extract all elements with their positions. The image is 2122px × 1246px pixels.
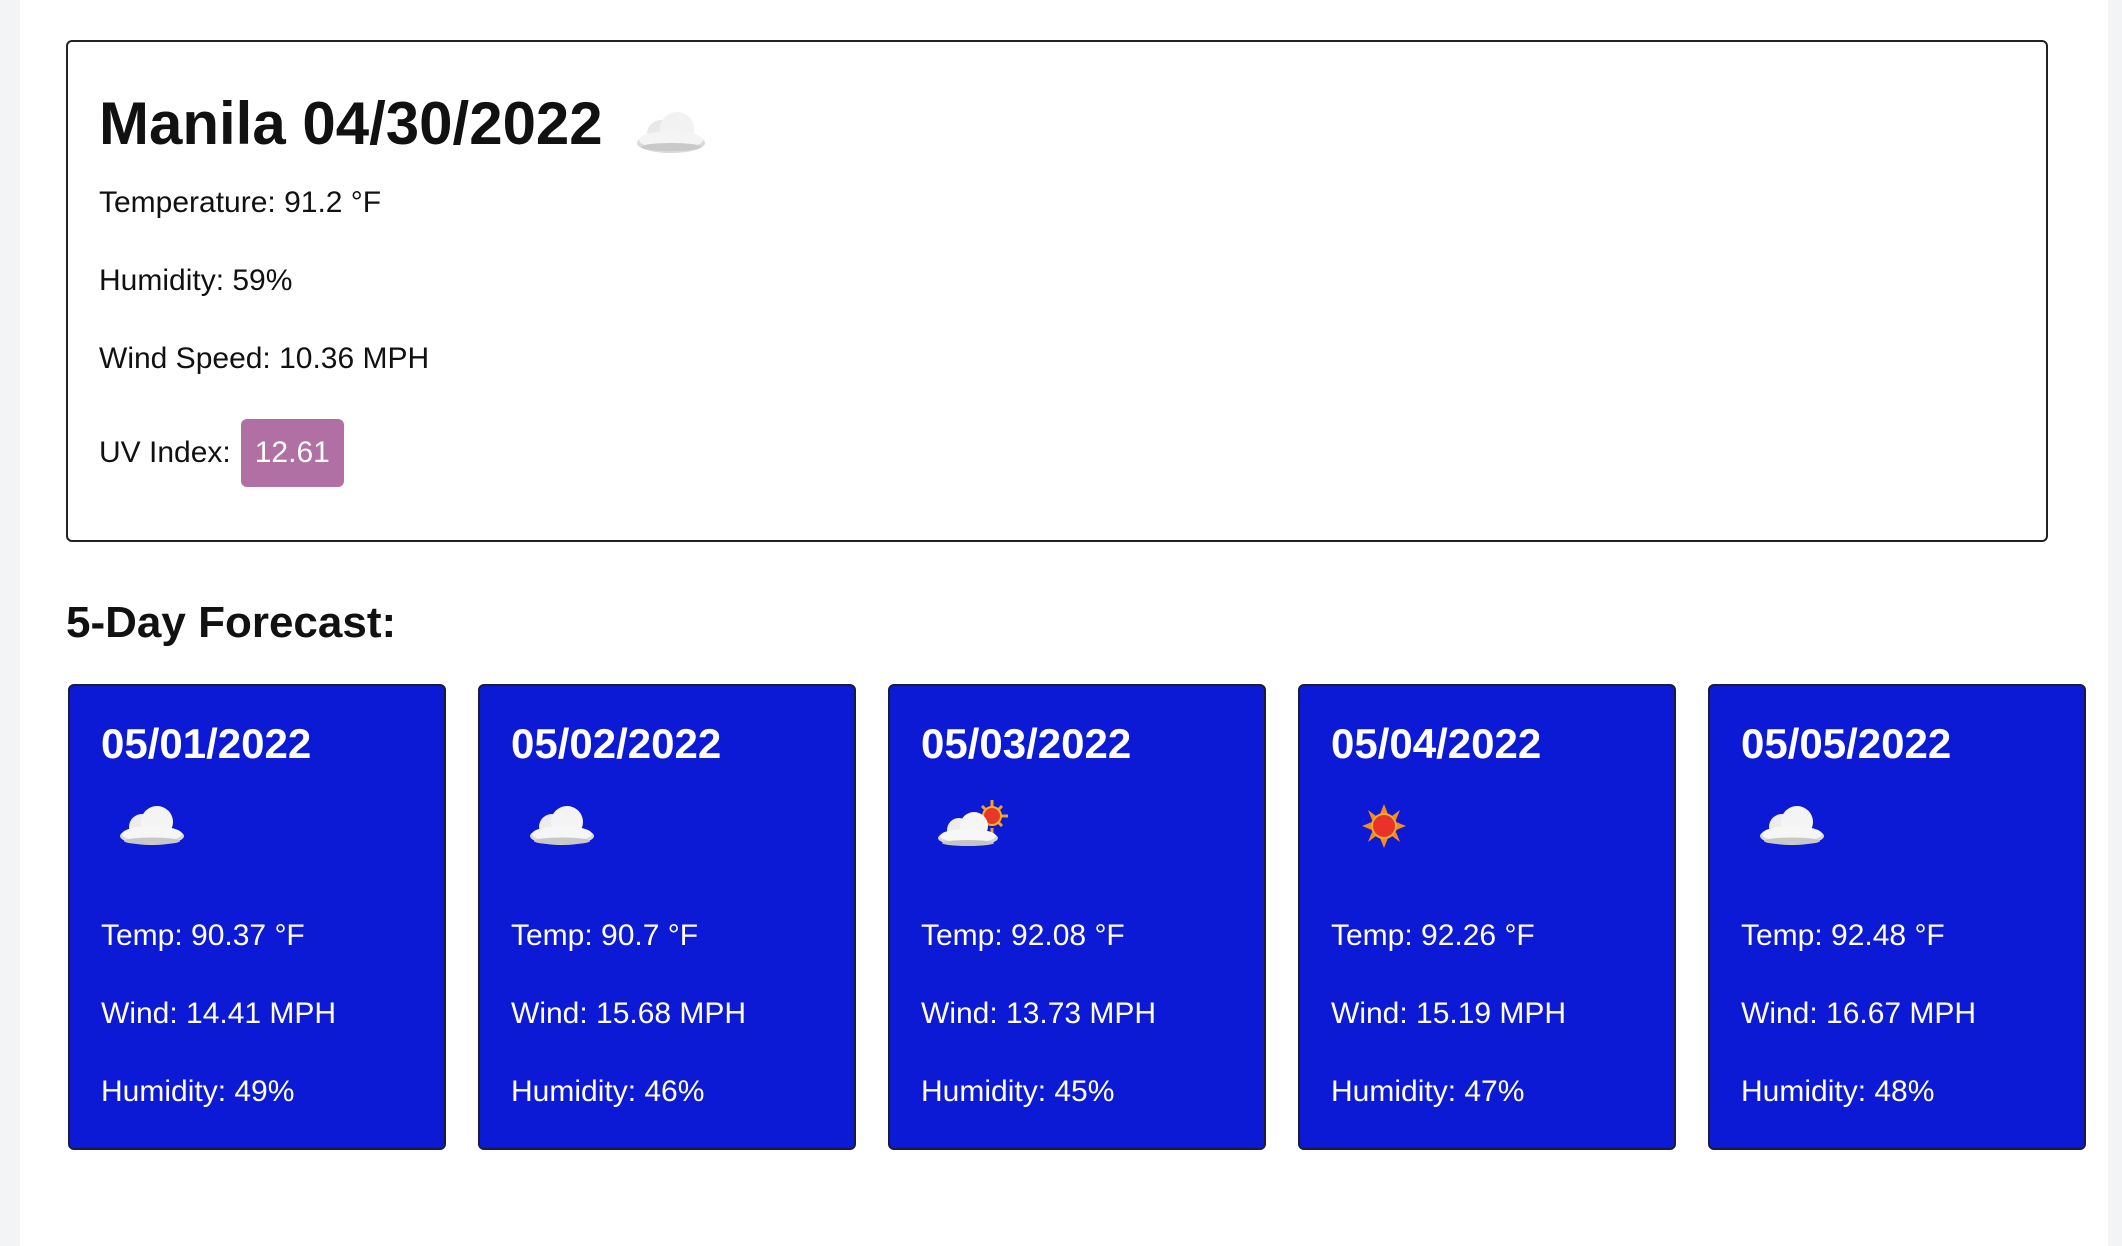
current-wind-speed: Wind Speed: 10.36 MPH xyxy=(99,342,430,375)
forecast-temp: Temp: 90.37 °F xyxy=(101,919,305,952)
uv-index-badge: 12.61 xyxy=(240,419,344,487)
forecast-date: 05/04/2022 xyxy=(1331,720,1542,767)
forecast-temp: Temp: 92.08 °F xyxy=(921,919,1125,952)
forecast-card: 05/05/2022 Temp: 92.48 °F Wind: 16.67 MP… xyxy=(1708,684,2086,1150)
forecast-date: 05/03/2022 xyxy=(921,720,1132,767)
forecast-humidity: Humidity: 48% xyxy=(1741,1075,1935,1108)
forecast-heading: 5-Day Forecast: xyxy=(66,598,397,647)
forecast-card: 05/04/2022 Temp: 92.26 °F Wind: 15.19 MP… xyxy=(1298,684,1676,1150)
forecast-temp: Temp: 92.26 °F xyxy=(1331,919,1535,952)
forecast-wind: Wind: 14.41 MPH xyxy=(101,997,337,1030)
cloud-icon xyxy=(524,796,604,856)
cloud-sun-icon xyxy=(934,796,1014,856)
forecast-temp: Temp: 90.7 °F xyxy=(511,919,699,952)
city-date-title: Manila 04/30/2022 xyxy=(99,90,603,157)
cloud-icon xyxy=(114,796,194,856)
forecast-cards: 05/01/2022 Temp: 90.37 °F Wind: 14.41 MP… xyxy=(68,684,2086,1150)
forecast-card: 05/01/2022 Temp: 90.37 °F Wind: 14.41 MP… xyxy=(68,684,446,1150)
forecast-card: 05/02/2022 Temp: 90.7 °F Wind: 15.68 MPH… xyxy=(478,684,856,1150)
forecast-wind: Wind: 13.73 MPH xyxy=(921,997,1157,1030)
page: Manila 04/30/2022 Temperature: 91.2 °F H… xyxy=(20,0,2108,1246)
forecast-humidity: Humidity: 46% xyxy=(511,1075,705,1108)
cloud-icon xyxy=(633,101,709,153)
sun-icon xyxy=(1344,796,1424,856)
current-temperature: Temperature: 91.2 °F xyxy=(99,186,382,219)
forecast-humidity: Humidity: 49% xyxy=(101,1075,295,1108)
forecast-date: 05/02/2022 xyxy=(511,720,722,767)
forecast-date: 05/05/2022 xyxy=(1741,720,1952,767)
cloud-icon xyxy=(1754,796,1834,856)
left-gutter xyxy=(0,0,20,1246)
uv-index-row: UV Index: 12.61 xyxy=(99,419,344,487)
forecast-humidity: Humidity: 47% xyxy=(1331,1075,1525,1108)
right-gutter xyxy=(2108,0,2122,1246)
forecast-wind: Wind: 16.67 MPH xyxy=(1741,997,1977,1030)
current-weather-card: Manila 04/30/2022 Temperature: 91.2 °F H… xyxy=(66,40,2048,542)
forecast-wind: Wind: 15.19 MPH xyxy=(1331,997,1567,1030)
forecast-date: 05/01/2022 xyxy=(101,720,312,767)
current-humidity: Humidity: 59% xyxy=(99,264,293,297)
forecast-wind: Wind: 15.68 MPH xyxy=(511,997,747,1030)
forecast-temp: Temp: 92.48 °F xyxy=(1741,919,1945,952)
uv-index-label: UV Index: xyxy=(99,436,231,469)
forecast-humidity: Humidity: 45% xyxy=(921,1075,1115,1108)
current-weather-title-row: Manila 04/30/2022 xyxy=(99,88,709,160)
forecast-card: 05/03/2022 Temp: 92.08 °F Wind: 13.73 MP… xyxy=(888,684,1266,1150)
